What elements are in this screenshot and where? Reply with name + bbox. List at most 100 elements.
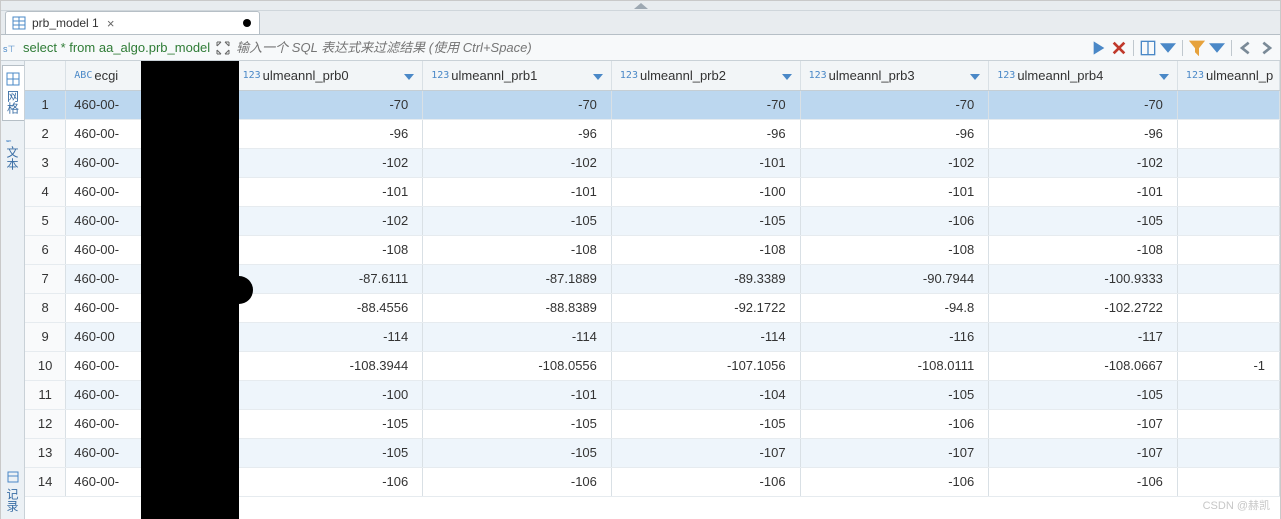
data-cell[interactable]: -108: [611, 235, 800, 264]
sql-text[interactable]: select * from aa_algo.prb_model: [19, 40, 214, 55]
ecgi-cell[interactable]: 460-00--202: [66, 177, 234, 206]
ecgi-cell[interactable]: 460-000: [66, 322, 234, 351]
data-cell[interactable]: -105: [800, 380, 989, 409]
data-cell[interactable]: [1177, 90, 1279, 119]
data-cell[interactable]: [1177, 177, 1279, 206]
row-number-cell[interactable]: 10: [25, 351, 66, 380]
next-page-arrow-icon[interactable]: [1258, 40, 1274, 56]
col-header-prb2[interactable]: 123ulmeannl_prb2: [611, 61, 800, 90]
data-cell[interactable]: -108: [989, 235, 1178, 264]
data-cell[interactable]: -105: [423, 438, 612, 467]
row-number-cell[interactable]: 11: [25, 380, 66, 409]
data-cell[interactable]: -108.0667: [989, 351, 1178, 380]
data-cell[interactable]: -1: [1177, 351, 1279, 380]
data-cell[interactable]: -105: [611, 409, 800, 438]
data-cell[interactable]: -108.0556: [423, 351, 612, 380]
data-cell[interactable]: -101: [989, 177, 1178, 206]
data-cell[interactable]: -96: [234, 119, 423, 148]
data-cell[interactable]: [1177, 438, 1279, 467]
prev-page-arrow-icon[interactable]: [1238, 40, 1254, 56]
data-cell[interactable]: -106: [800, 206, 989, 235]
data-cell[interactable]: -114: [611, 322, 800, 351]
table-row[interactable]: 7460-00-8-77-87.6111-87.1889-89.3389-90.…: [25, 264, 1280, 293]
data-cell[interactable]: -108.0111: [800, 351, 989, 380]
data-cell[interactable]: -108: [234, 235, 423, 264]
row-number-cell[interactable]: 7: [25, 264, 66, 293]
data-cell[interactable]: -88.8389: [423, 293, 612, 322]
remove-filter-icon[interactable]: [1111, 40, 1127, 56]
sql-filter-input[interactable]: [232, 38, 1091, 57]
data-cell[interactable]: -108.3944: [234, 351, 423, 380]
tab-prb-model-1[interactable]: prb_model 1 ×: [5, 11, 260, 34]
data-cell[interactable]: -106: [989, 467, 1178, 496]
ecgi-cell[interactable]: 460-00-8-77: [66, 264, 234, 293]
table-row[interactable]: 12460-00--145-105-105-105-106-107: [25, 409, 1280, 438]
col-header-prb0[interactable]: 123ulmeannl_prb0: [234, 61, 423, 90]
ecgi-cell[interactable]: 460-00--2: [66, 438, 234, 467]
data-cell[interactable]: [1177, 119, 1279, 148]
row-number-cell[interactable]: 3: [25, 148, 66, 177]
sql-toggle-button[interactable]: s⊤: [1, 41, 19, 55]
column-menu-icon[interactable]: [404, 70, 414, 80]
data-cell[interactable]: -105: [989, 206, 1178, 235]
table-row[interactable]: 5460-00-0-102-105-105-106-105: [25, 206, 1280, 235]
ecgi-cell[interactable]: 460-00-7-2: [66, 235, 234, 264]
data-cell[interactable]: -101: [611, 148, 800, 177]
data-cell[interactable]: -107: [611, 438, 800, 467]
data-cell[interactable]: -108: [423, 235, 612, 264]
column-menu-icon[interactable]: [216, 70, 226, 80]
row-number-cell[interactable]: 4: [25, 177, 66, 206]
table-row[interactable]: 14460-00--0-106-106-106-106-106: [25, 467, 1280, 496]
col-header-prb4[interactable]: 123ulmeannl_prb4: [989, 61, 1178, 90]
data-cell[interactable]: -70: [423, 90, 612, 119]
data-cell[interactable]: -104: [611, 380, 800, 409]
ecgi-cell[interactable]: 460-00--203: [66, 148, 234, 177]
sidetab-text[interactable]: T 文本: [1, 121, 24, 177]
apply-filter-play-icon[interactable]: [1091, 40, 1107, 56]
data-cell[interactable]: -100.9333: [989, 264, 1178, 293]
data-cell[interactable]: -105: [989, 380, 1178, 409]
ecgi-cell[interactable]: 460-00--220: [66, 380, 234, 409]
data-cell[interactable]: -102: [234, 148, 423, 177]
table-row[interactable]: 11460-00--220-100-101-104-105-105: [25, 380, 1280, 409]
tab-close-button[interactable]: ×: [105, 17, 117, 29]
data-cell[interactable]: -105: [423, 206, 612, 235]
row-number-cell[interactable]: 9: [25, 322, 66, 351]
data-cell[interactable]: [1177, 206, 1279, 235]
data-cell[interactable]: -105: [611, 206, 800, 235]
data-cell[interactable]: -70: [989, 90, 1178, 119]
data-cell[interactable]: -116: [800, 322, 989, 351]
ecgi-cell[interactable]: 460-00--77: [66, 293, 234, 322]
filter-dropdown-icon[interactable]: [1209, 40, 1225, 56]
data-cell[interactable]: -105: [423, 409, 612, 438]
data-cell[interactable]: -108: [800, 235, 989, 264]
col-header-prb3[interactable]: 123ulmeannl_prb3: [800, 61, 989, 90]
ecgi-cell[interactable]: 460-00--0: [66, 467, 234, 496]
data-cell[interactable]: -102.2722: [989, 293, 1178, 322]
row-number-cell[interactable]: 6: [25, 235, 66, 264]
data-cell[interactable]: -101: [423, 380, 612, 409]
data-table[interactable]: ABCecgi 123ulmeannl_prb0 123ulmeannl_prb…: [25, 61, 1280, 497]
data-cell[interactable]: -102: [423, 148, 612, 177]
table-row[interactable]: 4460-00--202-101-101-100-101-101: [25, 177, 1280, 206]
col-header-prb5-truncated[interactable]: 123ulmeannl_p: [1177, 61, 1279, 90]
table-row[interactable]: 3460-00--203-102-102-101-102-102: [25, 148, 1280, 177]
data-cell[interactable]: -107: [989, 438, 1178, 467]
data-cell[interactable]: -105: [234, 438, 423, 467]
row-number-cell[interactable]: 12: [25, 409, 66, 438]
data-cell[interactable]: -70: [800, 90, 989, 119]
data-cell[interactable]: -96: [989, 119, 1178, 148]
data-cell[interactable]: -107: [989, 409, 1178, 438]
row-number-cell[interactable]: 13: [25, 438, 66, 467]
table-row[interactable]: 13460-00--2-105-105-107-107-107: [25, 438, 1280, 467]
data-cell[interactable]: [1177, 467, 1279, 496]
data-cell[interactable]: -117: [989, 322, 1178, 351]
data-cell[interactable]: [1177, 409, 1279, 438]
data-cell[interactable]: -92.1722: [611, 293, 800, 322]
data-cell[interactable]: [1177, 380, 1279, 409]
data-cell[interactable]: -101: [423, 177, 612, 206]
ecgi-cell[interactable]: 460-00--145: [66, 409, 234, 438]
data-cell[interactable]: -89.3389: [611, 264, 800, 293]
data-cell[interactable]: -96: [611, 119, 800, 148]
expand-sql-icon[interactable]: [214, 41, 232, 55]
